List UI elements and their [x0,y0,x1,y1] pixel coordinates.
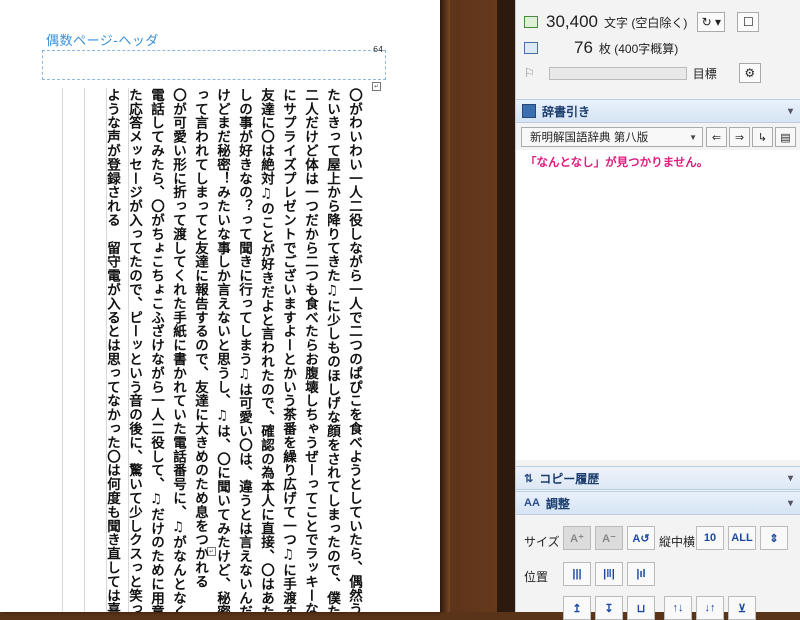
arrow-left-icon: ⇐ [711,131,722,144]
align-bottom-icon: |ıl [636,568,646,580]
char-count: 30,400 [546,12,598,31]
outdent-button[interactable]: ↧ [595,596,623,620]
jump-icon: ↳ [757,131,768,144]
window-button[interactable]: ☐ [737,12,760,32]
text-column[interactable]: た応答メッセージが入ってたので、ピーッという音の後に、驚いて少しクスっと笑ってる [123,88,145,612]
font-reset-icon: A↺ [632,532,650,545]
text-column[interactable]: 〇が可愛い形に折って渡してくれた手紙に書かれていた電話番号に、♫がなんとなく [167,88,189,612]
open-dictionary-button[interactable]: ▤ [775,127,796,147]
goal-row: ⚐ 目標 ⚙ [524,63,761,83]
dictionary-result-area [516,150,800,460]
arrow-right-icon: ⇒ [734,131,745,144]
copy-history-header[interactable]: ⇅ コピー履歴 ▾ [516,466,800,490]
size-label: サイズ [524,535,560,549]
vertical-number-icon: 10 [703,532,717,544]
text-column[interactable]: 友達に〇は絶対♫のことが好きだよと言われたので、確認の為本人に直接、〇はあた [255,88,277,612]
header-label: 偶数ページ-ヘッダ [46,34,159,49]
page-spine [440,0,450,612]
justify-icon: ⊻ [737,602,747,615]
grid-line [84,88,85,612]
dictionary-header[interactable]: 辞書引き ▾ [516,99,800,123]
font-size-icon: AA [524,497,540,509]
adjust-title: 調整 [545,496,570,511]
header-area[interactable] [42,50,386,80]
dictionary-select[interactable]: 新明解国語辞典 第八版 ▼ [521,127,703,147]
chevron-down-icon[interactable]: ▾ [788,498,793,509]
page-count-label: 枚 (400字概算) [598,41,679,56]
tate-chu-yoko-button[interactable]: 10 [696,526,724,550]
chevron-down-icon[interactable]: ▾ [788,106,793,117]
text-column[interactable]: にサプライズプレゼントでございますよーとかいう茶番を繰り広げて一つ♫に手渡す [277,88,299,612]
char-count-label: 文字 (空白除く) [604,15,688,30]
grid-line [62,88,63,612]
vertical-all-icon: ALL [731,532,753,544]
dictionary-window-icon: ▤ [780,131,791,144]
shift-up-button[interactable]: ↑↓ [664,596,692,620]
chevron-down-icon[interactable]: ▾ [788,473,793,484]
text-column[interactable]: ような声が登録される 留守電が入るとは思ってなかった〇は何度も聞き直しては喜ぶ [101,88,123,612]
book-icon [522,104,536,118]
refresh-icon: ↻ ▾ [701,15,722,29]
back-button[interactable]: ⇐ [706,127,727,147]
align-middle-button[interactable]: |‖| [595,562,623,586]
page-count: 76 [574,38,593,57]
align-bottom-button[interactable]: |ıl [627,562,655,586]
page-count-row: 76 枚 (400字概算) [524,38,678,58]
fit-button[interactable]: ⊔ [627,596,655,620]
sort-icon: ⇅ [524,472,534,485]
shift-up-icon: ↑↓ [672,602,684,614]
orientation-label: 縦中横 [659,535,696,549]
tate-chu-yoko-clear-button[interactable]: ⇕ [760,526,788,550]
dictionary-title: 辞書引き [542,104,591,119]
adjust-header[interactable]: AA 調整 ▾ [516,491,800,515]
forward-button[interactable]: ⇒ [729,127,750,147]
return-mark-icon: ↵ [372,82,381,91]
tate-chu-yoko-all-button[interactable]: ALL [728,526,756,550]
align-middle-icon: |‖| [603,568,615,580]
goal-progress-bar [548,66,687,80]
text-column[interactable]: けどまだ秘密！みたいな事しか言えないと思うし、♫は、〇に聞いてみたけど、秘密だ [211,88,233,612]
align-top-button[interactable]: ||| [563,562,591,586]
char-count-row: 30,400 文字 (空白除く) ↻ ▾ ☐ [524,12,760,32]
align-top-icon: ||| [572,568,582,580]
outdent-icon: ↧ [604,602,614,615]
font-decrease-icon: A⁻ [602,532,616,545]
splitter[interactable] [497,0,515,612]
text-column[interactable]: 二人だけど体は一つだから二つも食べたらお腹壊しちゃうぜーってことでラッキーな♫ [299,88,321,612]
count-icon [524,16,538,28]
size-increase-button[interactable]: A⁺ [563,526,591,550]
position-label: 位置 [524,570,549,584]
page-grid-icon [524,42,538,54]
shift-down-icon: ↓↑ [704,602,716,614]
text-column[interactable]: しの事が好きなの？って聞きに行ってしまう♫は可愛い〇は、違うとは言えないんだ [233,88,255,612]
goal-label: 目標 [692,66,717,81]
document-page[interactable]: 偶数ページ-ヘッダ 64 ↵ ↵ 〇がわいわい一人二役しながら一人で二つのぱぴこ… [0,0,440,612]
goal-settings-button[interactable]: ⚙ [738,63,761,83]
gear-icon: ⚙ [744,66,756,80]
dictionary-message: 「なんとなし」が見つかりません。 [525,157,709,169]
copy-history-title: コピー履歴 [539,471,600,486]
refresh-button[interactable]: ↻ ▾ [697,12,726,32]
fit-icon: ⊔ [636,602,646,615]
text-column[interactable]: って言われてしまってと友達に報告するので、友達に大きめのため息をつかれる [189,88,211,588]
window-icon: ☐ [742,15,754,29]
flag-icon: ⚐ [524,66,535,80]
vertical-clear-icon: ⇕ [769,532,779,545]
page-number: 64 [373,45,384,54]
side-panel: 30,400 文字 (空白除く) ↻ ▾ ☐ 76 枚 (400字概算) ⚐ 目… [515,0,800,620]
text-column[interactable]: 〇がわいわい一人二役しながら一人で二つのぱぴこを食べようとしていたら、偶然う [343,88,365,612]
jump-button[interactable]: ↳ [752,127,773,147]
text-column[interactable]: たいきって屋上から降りてきた♫に少しものほしげな顔をされてしまったので、僕たち [321,88,343,612]
justify-button[interactable]: ⊻ [728,596,756,620]
text-column[interactable]: 電話してみたら、〇がちょこちょこふざけながら一人二役して、♫だけのために用意し [145,88,167,612]
dictionary-select-value: 新明解国語辞典 第八版 [530,132,649,144]
dropdown-arrow-icon: ▼ [689,132,697,142]
indent-icon: ↥ [572,602,582,615]
indent-button[interactable]: ↥ [563,596,591,620]
size-decrease-button[interactable]: A⁻ [595,526,623,550]
size-reset-button[interactable]: A↺ [627,526,655,550]
font-increase-icon: A⁺ [570,532,584,545]
shift-down-button[interactable]: ↓↑ [696,596,724,620]
